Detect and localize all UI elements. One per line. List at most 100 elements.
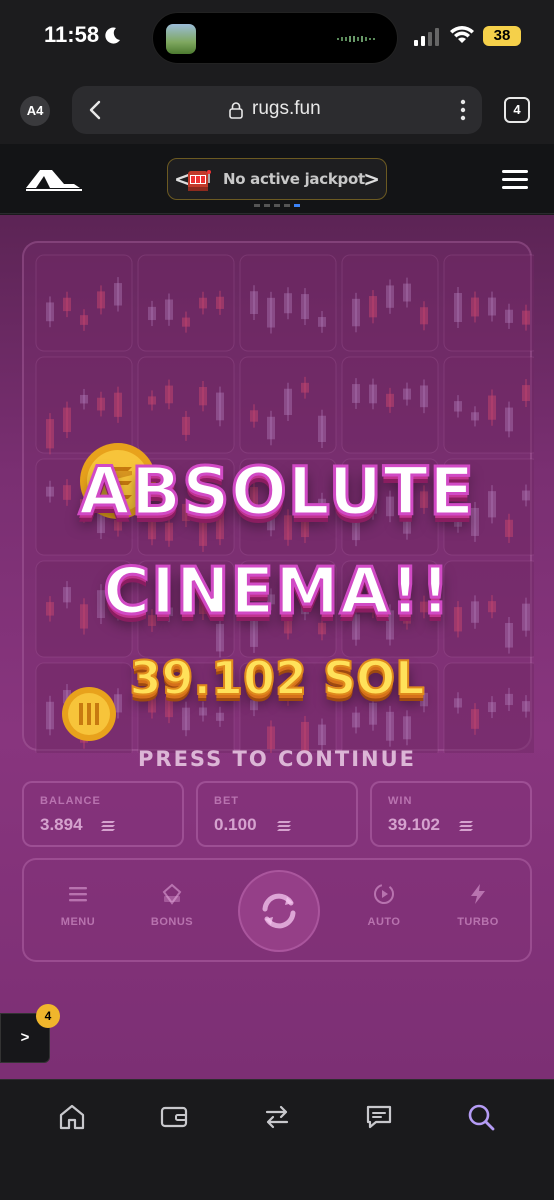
wifi-icon — [450, 26, 474, 43]
home-icon[interactable] — [57, 1102, 87, 1132]
more-options-icon[interactable] — [460, 99, 466, 121]
candle-body — [352, 384, 360, 403]
status-time: 11:58 — [44, 22, 100, 47]
jackpot-next-arrow[interactable]: > — [363, 167, 380, 191]
candle-body — [267, 297, 275, 328]
hamburger-menu-icon[interactable] — [502, 168, 528, 190]
auto-icon — [374, 884, 394, 904]
balance-label: BALANCE — [40, 795, 101, 807]
wallet-icon[interactable] — [159, 1102, 189, 1132]
page: 11:58 38 A4 rugs.fun 4 < No active jackp… — [0, 0, 554, 1200]
candle-body — [488, 395, 496, 420]
notification-badge: 4 — [36, 1004, 60, 1028]
candle-body — [369, 296, 377, 318]
sol-coin-icon — [62, 687, 116, 741]
candle-body — [471, 709, 479, 729]
audio-wave-icon — [337, 36, 375, 42]
auto-label: AUTO — [367, 916, 401, 928]
menu-button[interactable]: MENU — [38, 860, 118, 964]
candle-body — [165, 299, 173, 320]
candle-body — [46, 419, 54, 449]
dynamic-island — [152, 12, 398, 64]
candle-body — [454, 401, 462, 412]
candle-body — [318, 415, 326, 443]
candle-body — [454, 292, 462, 323]
moon-icon — [105, 27, 120, 44]
candle-body — [46, 701, 54, 730]
balance-value: 3.894 — [40, 815, 83, 834]
address-bar[interactable]: rugs.fun — [72, 86, 482, 134]
candle-body — [369, 702, 377, 725]
candle-body — [318, 317, 326, 327]
swap-icon[interactable] — [262, 1102, 292, 1132]
candle-body — [386, 711, 394, 741]
candle-body — [471, 412, 479, 421]
bet-panel[interactable]: BET 0.100 — [196, 781, 358, 847]
spin-button[interactable] — [238, 870, 320, 952]
lock-icon — [229, 102, 243, 119]
auto-button[interactable]: AUTO — [344, 860, 424, 964]
signal-icon — [414, 28, 439, 46]
candle-body — [267, 416, 275, 440]
turbo-button[interactable]: TURBO — [438, 860, 518, 964]
candle-body — [216, 296, 224, 309]
search-icon[interactable] — [466, 1102, 496, 1132]
jackpot-status: No active jackpot — [223, 170, 365, 188]
candle-body — [46, 302, 54, 322]
win-headline-line1: ABSOLUTE — [77, 452, 476, 532]
url-text: rugs.fun — [252, 98, 321, 119]
candle-body — [250, 410, 258, 422]
candle-body — [403, 388, 411, 400]
candle-body — [114, 392, 122, 417]
bet-label: BET — [214, 795, 239, 807]
candle-body — [522, 310, 530, 325]
candle-body — [63, 407, 71, 433]
candle-body — [182, 707, 190, 731]
sol-icon — [459, 821, 473, 831]
candle-body — [386, 285, 394, 308]
candle-body — [352, 298, 360, 327]
slot-machine-icon — [188, 170, 211, 191]
win-value: 39.102 — [388, 815, 440, 834]
bonus-label: BONUS — [150, 916, 194, 928]
candle-body — [148, 306, 156, 321]
bonus-icon — [162, 883, 182, 905]
candle-body — [216, 392, 224, 421]
win-label: WIN — [388, 795, 413, 807]
candle-body — [165, 385, 173, 404]
chat-icon[interactable] — [364, 1102, 394, 1132]
spin-arrows-icon — [262, 893, 296, 929]
jackpot-banner[interactable]: < No active jackpot > — [167, 158, 387, 200]
candle-body — [488, 297, 496, 316]
control-panel: MENU BONUS AUTO TURBO — [22, 858, 532, 962]
press-to-continue[interactable]: PRESS TO CONTINUE — [0, 747, 554, 771]
candle-body — [522, 385, 530, 401]
candle-body — [420, 385, 428, 408]
browser-toolbar: A4 rugs.fun 4 — [0, 76, 554, 144]
candle-body — [182, 416, 190, 435]
balance-panel: BALANCE 3.894 — [22, 781, 184, 847]
candle-body — [301, 294, 309, 320]
menu-icon — [69, 887, 87, 902]
candle-body — [199, 297, 207, 309]
bottom-navigation — [0, 1079, 554, 1200]
candle-body — [63, 297, 71, 312]
tab-switcher-button[interactable]: 4 — [504, 97, 530, 123]
back-arrow-icon[interactable] — [84, 98, 108, 122]
win-panel: WIN 39.102 — [370, 781, 532, 847]
battery-indicator: 38 — [483, 26, 521, 46]
candle-body — [199, 707, 207, 716]
candle-body — [216, 712, 224, 721]
sol-icon — [101, 821, 115, 831]
candle-body — [267, 726, 275, 750]
candle-body — [403, 283, 411, 302]
profile-avatar[interactable]: A4 — [20, 96, 50, 126]
menu-label: MENU — [60, 916, 96, 928]
game-area[interactable]: ABSOLUTE CINEMA!! 39.102 SOL PRESS TO CO… — [0, 215, 554, 1079]
bonus-button[interactable]: BONUS — [132, 860, 212, 964]
candle-body — [471, 297, 479, 317]
rugs-logo[interactable] — [24, 166, 84, 192]
candle-body — [352, 712, 360, 728]
turbo-label: TURBO — [457, 916, 499, 928]
status-bar: 11:58 38 — [0, 0, 554, 76]
